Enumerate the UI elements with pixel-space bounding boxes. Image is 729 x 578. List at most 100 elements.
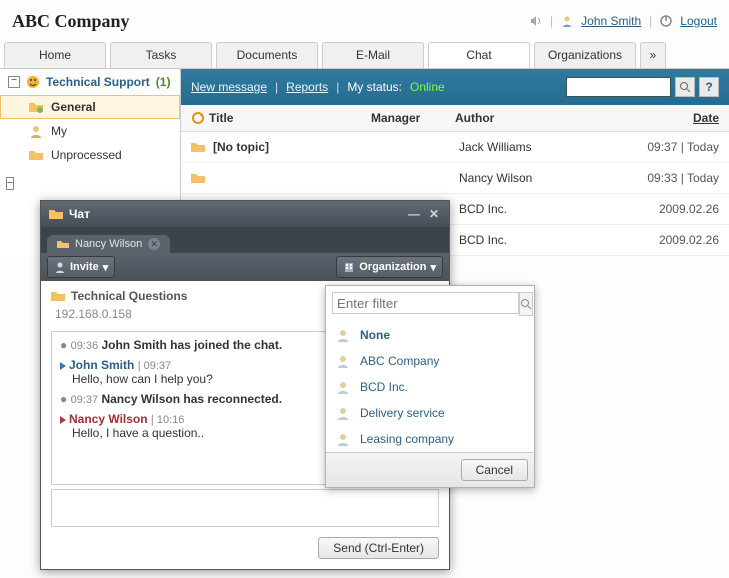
organization-label: Organization [359,261,426,273]
col-author[interactable]: Author [455,111,615,125]
grid-header: Title Manager Author Date [181,105,729,132]
tab-tasks[interactable]: Tasks [110,42,212,68]
org-icon [336,406,350,420]
close-button[interactable]: ✕ [427,207,441,221]
help-button[interactable]: ? [699,77,719,97]
row-author: Jack Williams [459,140,619,154]
row-author: BCD Inc. [459,233,619,247]
chevron-down-icon: ▾ [430,261,436,274]
org-cancel-button[interactable]: Cancel [461,459,528,481]
send-button[interactable]: Send (Ctrl-Enter) [318,537,439,559]
org-item[interactable]: Delivery service [326,400,534,426]
sidebar-item-general[interactable]: General [0,95,180,119]
org-label: Delivery service [360,406,445,420]
smiley-icon [26,75,40,89]
power-icon [660,15,672,27]
sidebar-group-title: Technical Support [46,75,150,89]
org-item[interactable]: Leasing company [326,426,534,452]
tab-home[interactable]: Home [4,42,106,68]
separator: | [550,14,553,28]
building-icon [343,261,355,273]
col-manager[interactable]: Manager [371,111,451,125]
row-icon [191,141,209,153]
chat-tab-label: Nancy Wilson [75,238,142,250]
sidebar-group-count: (1) [156,75,171,89]
chat-compose[interactable] [51,489,439,527]
sidebar-item-my[interactable]: My [0,119,180,143]
search-input[interactable] [566,77,671,97]
org-item[interactable]: ABC Company [326,348,534,374]
help-icon: ? [705,80,712,94]
chat-titlebar: New message | Reports | My status: Onlin… [181,69,729,105]
row-date: 2009.02.26 [623,202,719,216]
sidebar-item-label: Unprocessed [51,148,122,162]
org-item[interactable]: BCD Inc. [326,374,534,400]
col-date[interactable]: Date [619,111,719,125]
row-author: Nancy Wilson [459,171,619,185]
org-label: ABC Company [360,354,439,368]
tab-organizations[interactable]: Organizations [534,42,636,68]
org-label: Leasing company [360,432,454,446]
new-message-link[interactable]: New message [191,80,267,94]
row-icon [191,172,209,184]
chat-window-header[interactable]: Чат — ✕ [41,201,449,227]
user-icon [29,124,43,138]
org-filter-input[interactable] [332,292,519,314]
folder-icon [57,239,69,249]
collapse-icon[interactable]: − [8,76,20,88]
tabs-overflow-button[interactable]: » [640,42,666,68]
refresh-icon[interactable] [191,111,205,125]
org-icon [336,354,350,368]
expand-icon[interactable]: − [6,175,174,189]
chat-window-title: Чат [69,207,90,221]
search-icon [679,81,691,93]
chat-tab[interactable]: Nancy Wilson ✕ [47,235,170,253]
search-icon [520,298,532,310]
organization-button[interactable]: Organization ▾ [336,256,443,278]
row-date: 09:33 | Today [623,171,719,185]
org-label: BCD Inc. [360,380,408,394]
org-icon [336,432,350,446]
folder-icon [51,290,65,302]
row-title: [No topic] [213,140,371,154]
sound-icon[interactable] [530,15,542,27]
invite-button[interactable]: Invite ▾ [47,256,115,278]
folder-icon [29,149,43,161]
user-icon [561,15,573,27]
sidebar-item-label: General [51,100,96,114]
sidebar-item-label: My [51,124,67,138]
table-row[interactable]: Nancy Wilson 09:33 | Today [181,163,729,194]
org-label: None [360,328,390,342]
folder-icon [29,101,43,113]
org-filter-search-button[interactable] [519,292,533,316]
chat-icon [49,208,63,220]
table-row[interactable]: [No topic] Jack Williams 09:37 | Today [181,132,729,163]
org-icon [336,328,350,342]
row-date: 09:37 | Today [623,140,719,154]
invite-icon [54,261,66,273]
row-date: 2009.02.26 [623,233,719,247]
reports-link[interactable]: Reports [286,80,328,94]
my-status-label: My status: [347,80,402,94]
chat-topic: Technical Questions [71,289,187,303]
separator: | [649,14,652,28]
company-name: ABC Company [12,11,130,32]
tab-close-icon[interactable]: ✕ [148,238,160,250]
invite-label: Invite [70,261,99,273]
sidebar-group[interactable]: − Technical Support (1) [0,69,180,95]
search-button[interactable] [675,77,695,97]
minimize-button[interactable]: — [407,207,421,221]
tab-chat[interactable]: Chat [428,42,530,68]
tab-email[interactable]: E-Mail [322,42,424,68]
chevron-down-icon: ▾ [103,261,109,274]
organization-dropdown: None ABC Company BCD Inc. Delivery service L… [325,285,535,488]
user-link[interactable]: John Smith [581,14,641,28]
col-title[interactable]: Title [209,111,367,125]
org-icon [336,380,350,394]
row-author: BCD Inc. [459,202,619,216]
my-status-value[interactable]: Online [410,80,445,94]
tab-documents[interactable]: Documents [216,42,318,68]
logout-link[interactable]: Logout [680,14,717,28]
sidebar-item-unprocessed[interactable]: Unprocessed [0,143,180,167]
org-item[interactable]: None [326,322,534,348]
